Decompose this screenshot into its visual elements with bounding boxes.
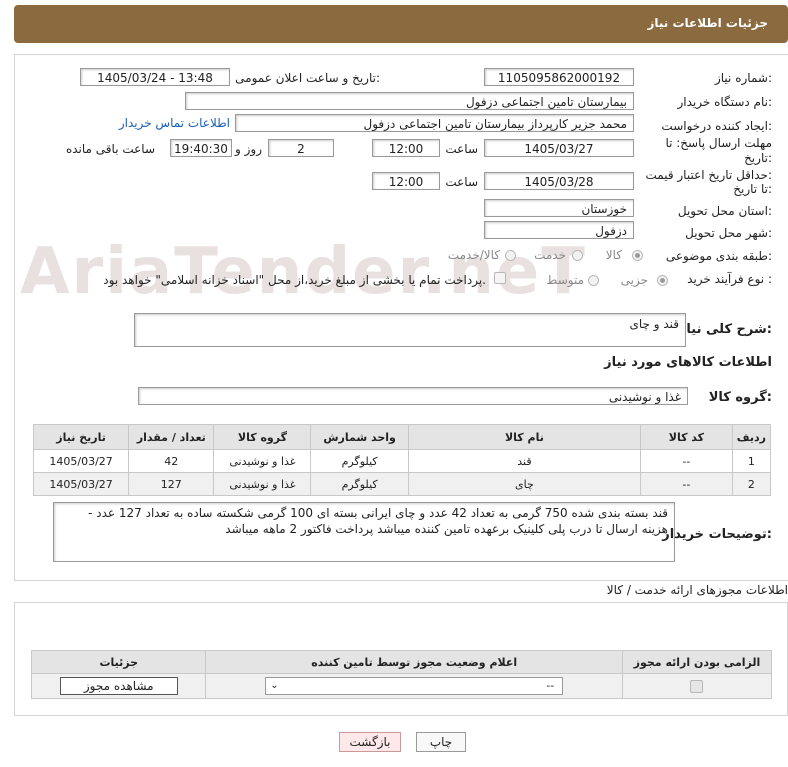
deadline-time-field: 12:00 xyxy=(372,139,440,157)
col-unit: واحد شمارش xyxy=(310,424,409,450)
col-group: گروه کالا xyxy=(213,424,312,450)
province-field: خوزستان xyxy=(484,199,634,217)
need-number-field: 1105095862000192 xyxy=(484,68,634,86)
city-field: دزفول xyxy=(484,221,634,239)
goods-group-label: گروه کالا: xyxy=(708,390,772,405)
deadline-label-line2: تاریخ: xyxy=(744,151,772,165)
validity-label-line1: حداقل تاریخ اعتبار قیمت: xyxy=(645,168,772,182)
cell-qty: 42 xyxy=(128,449,215,473)
category-radio-service[interactable] xyxy=(572,250,583,261)
validity-time-label: ساعت xyxy=(445,175,478,189)
process-radio-minor[interactable] xyxy=(657,275,668,286)
cell-date: 1405/03/27 xyxy=(32,472,130,496)
permits-header-row: الزامی بودن ارائه مجوز اعلام وضعیت مجوز … xyxy=(30,650,773,674)
category-radio-goods-service[interactable] xyxy=(505,250,516,261)
process-option-medium: متوسط xyxy=(546,273,584,287)
view-permit-button[interactable]: مشاهده مجوز xyxy=(59,677,178,695)
buyer-contact-link[interactable]: اطلاعات تماس خریدار xyxy=(119,116,230,130)
table-row: 1 -- قند کیلوگرم غذا و نوشیدنی 42 1405/0… xyxy=(32,449,772,473)
permits-section-title: اطلاعات مجوزهای ارائه خدمت / کالا xyxy=(606,583,788,597)
cell-unit: کیلوگرم xyxy=(310,472,409,496)
items-table: ردیف کد کالا نام کالا واحد شمارش گروه کا… xyxy=(32,424,772,496)
remaining-time-label: ساعت باقی مانده xyxy=(65,142,155,156)
creator-label: ایجاد کننده درخواست: xyxy=(661,119,772,133)
items-table-header-row: ردیف کد کالا نام کالا واحد شمارش گروه کا… xyxy=(32,424,772,450)
process-radio-medium[interactable] xyxy=(588,275,599,286)
category-label: طبقه بندی موضوعی: xyxy=(665,249,772,263)
cell-group: غذا و نوشیدنی xyxy=(213,472,312,496)
cell-group: غذا و نوشیدنی xyxy=(213,449,312,473)
category-option-goods-service: کالا/خدمت xyxy=(447,248,500,262)
permit-status-select[interactable]: -- ⌄ xyxy=(265,677,564,695)
cell-name: قند xyxy=(407,449,642,473)
cell-permit-status: -- ⌄ xyxy=(205,673,623,699)
summary-label: شرح کلی نیاز: xyxy=(678,322,772,337)
announce-datetime-field: 1405/03/24 - 13:48 xyxy=(80,68,230,86)
need-number-label: شماره نیاز: xyxy=(714,71,772,85)
cell-unit: کیلوگرم xyxy=(310,449,409,473)
days-label: روز و xyxy=(235,142,262,156)
cell-qty: 127 xyxy=(128,472,215,496)
permit-required-checkbox[interactable] xyxy=(690,680,704,693)
page-title: جزئیات اطلاعات نیاز xyxy=(647,16,768,30)
creator-field: محمد جزیر کارپرداز بیمارستان تامین اجتما… xyxy=(235,114,634,132)
col-qty: تعداد / مقدار xyxy=(128,424,215,450)
cell-permit-required xyxy=(621,673,773,699)
buyer-org-field: بیمارستان تامین اجتماعی دزفول xyxy=(185,92,634,110)
city-label: شهر محل تحویل: xyxy=(685,226,772,240)
col-code: کد کالا xyxy=(640,424,733,450)
print-button[interactable]: چاپ xyxy=(416,732,466,752)
process-type-label: نوع فرآیند خرید : xyxy=(687,272,772,286)
validity-label-line2: تا تاریخ: xyxy=(733,182,772,196)
col-date: تاریخ نیاز xyxy=(32,424,130,450)
announce-datetime-label: تاریخ و ساعت اعلان عمومی: xyxy=(235,71,380,85)
cell-code: -- xyxy=(640,472,733,496)
col-permit-required: الزامی بودن ارائه مجوز xyxy=(621,650,773,674)
summary-field: قند و چای xyxy=(134,313,686,347)
table-row: -- ⌄ مشاهده مجوز xyxy=(30,673,773,699)
category-option-goods: کالا xyxy=(605,248,622,262)
permits-table: الزامی بودن ارائه مجوز اعلام وضعیت مجوز … xyxy=(30,650,773,699)
chevron-down-icon: ⌄ xyxy=(270,680,279,691)
cell-row: 2 xyxy=(731,472,772,496)
col-permit-status: اعلام وضعیت مجوز توسط تامین کننده xyxy=(205,650,623,674)
deadline-time-label: ساعت xyxy=(445,142,478,156)
validity-time-field: 12:00 xyxy=(372,172,440,190)
cell-date: 1405/03/27 xyxy=(32,449,130,473)
cell-name: چای xyxy=(407,472,642,496)
cell-code: -- xyxy=(640,449,733,473)
days-field: 2 xyxy=(268,139,334,157)
category-option-service: خدمت xyxy=(534,248,566,262)
cell-row: 1 xyxy=(731,449,772,473)
permit-status-value: -- xyxy=(546,679,555,692)
buyer-notes-label: توضیحات خریدار: xyxy=(662,527,772,542)
category-radio-goods[interactable] xyxy=(632,250,643,261)
validity-date-field: 1405/03/28 xyxy=(484,172,634,190)
buyer-notes-field: قند بسته بندی شده 750 گرمی به تعداد 42 ع… xyxy=(53,502,675,562)
goods-info-title: اطلاعات کالاهای مورد نیاز xyxy=(604,355,772,370)
table-row: 2 -- چای کیلوگرم غذا و نوشیدنی 127 1405/… xyxy=(32,472,772,496)
treasury-payment-note: پرداخت تمام یا بخشی از مبلغ خرید،از محل … xyxy=(103,273,486,287)
goods-group-field: غذا و نوشیدنی xyxy=(138,387,688,405)
col-permit-details: جزئیات xyxy=(30,650,207,674)
cell-permit-details: مشاهده مجوز xyxy=(30,673,207,699)
deadline-label-line1: مهلت ارسال پاسخ: تا xyxy=(665,136,772,150)
treasury-payment-checkbox[interactable] xyxy=(494,272,506,284)
col-row: ردیف xyxy=(731,424,772,450)
buyer-org-label: نام دستگاه خریدار: xyxy=(677,95,773,109)
page-header: جزئیات اطلاعات نیاز xyxy=(14,5,788,43)
col-name: نام کالا xyxy=(407,424,642,450)
remaining-time-field: 19:40:30 xyxy=(170,139,232,157)
process-option-minor: جزیی xyxy=(620,273,648,287)
deadline-date-field: 1405/03/27 xyxy=(484,139,634,157)
back-button[interactable]: بازگشت xyxy=(339,732,401,752)
province-label: استان محل تحویل: xyxy=(677,204,772,218)
